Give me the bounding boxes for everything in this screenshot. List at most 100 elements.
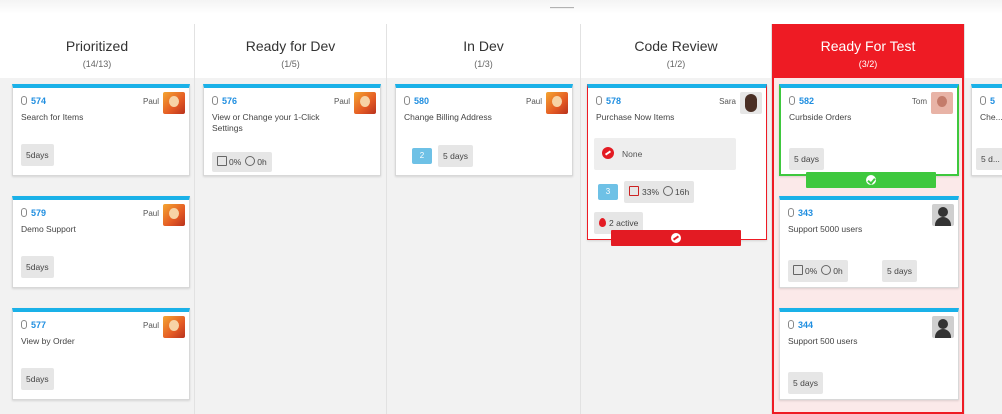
card-id[interactable]: 343 <box>788 208 813 218</box>
card-owner: Paul <box>142 97 159 106</box>
avatar <box>546 92 568 114</box>
column-count: (3/2) <box>858 59 878 69</box>
card-579[interactable]: 579 Paul Demo Support 5days <box>12 196 190 288</box>
card-owner: Tom <box>911 97 927 106</box>
duration-badge: 5 d... <box>976 148 1002 170</box>
card-description: View by Order <box>21 336 75 346</box>
card-576[interactable]: 576 Paul View or Change your 1-Click Set… <box>203 84 381 176</box>
card-id[interactable]: 579 <box>21 208 46 218</box>
card-description: Change Billing Address <box>404 112 492 122</box>
card-description: Che... PBV... <box>980 112 1002 122</box>
done-status-bar[interactable] <box>806 172 936 188</box>
chart-icon <box>629 186 639 196</box>
paperclip-icon <box>980 96 986 105</box>
duration-badge: 5days <box>21 256 54 278</box>
impediment-icon <box>599 218 606 227</box>
column-header: Code Review (1/2) <box>581 24 771 78</box>
card-id[interactable]: 574 <box>21 96 46 106</box>
progress-badge: 0% 0h <box>212 152 272 172</box>
card-description: Purchase Now Items <box>596 112 675 122</box>
card-description: Support 500 users <box>788 336 858 346</box>
avatar <box>740 92 762 114</box>
column-body: 576 Paul View or Change your 1-Click Set… <box>195 78 386 414</box>
card-description: Demo Support <box>21 224 76 234</box>
paperclip-icon <box>788 320 794 329</box>
column-body: 574 Paul Search for Items 5days 579 Paul… <box>0 78 194 414</box>
avatar <box>163 316 185 338</box>
card-description: Support 5000 users <box>788 224 863 234</box>
card-id[interactable]: 582 <box>789 96 814 106</box>
card-owner: Paul <box>142 209 159 218</box>
card-id[interactable]: 578 <box>596 96 621 106</box>
column-header: Prioritized (14/13) <box>0 24 194 78</box>
card-id[interactable]: 576 <box>212 96 237 106</box>
card-582[interactable]: 582 Tom Curbside Orders 5 days <box>779 84 959 176</box>
calendar-icon <box>793 265 803 275</box>
card-344[interactable]: 344 Support 500 users 5 days <box>779 308 959 400</box>
avatar <box>163 204 185 226</box>
blocked-icon <box>602 147 614 159</box>
clock-icon <box>821 265 832 275</box>
card-577[interactable]: 577 Paul View by Order 5days <box>12 308 190 400</box>
column-header: In Dev (1/3) <box>387 24 580 78</box>
card-owner: Sara <box>719 97 736 106</box>
blocked-icon <box>671 233 681 243</box>
column-ready-for-test: Ready For Test (3/2) 582 Tom Curbside Or… <box>772 24 965 414</box>
card-description: Curbside Orders <box>789 112 852 122</box>
duration-badge: 5 days <box>788 372 824 394</box>
column-title: Code Review <box>634 38 718 54</box>
card-partial[interactable]: 5 Che... PBV... 5 d... <box>971 84 1002 176</box>
progress-badge: 0% 0h <box>788 260 848 282</box>
blocked-reason[interactable]: None <box>594 138 736 170</box>
check-icon <box>866 175 876 185</box>
card-id[interactable]: 577 <box>21 320 46 330</box>
column-title: In Dev <box>463 38 504 54</box>
paperclip-icon <box>788 208 794 217</box>
blocked-status-bar[interactable] <box>611 230 741 246</box>
paperclip-icon <box>212 96 218 105</box>
column-count: (14/13) <box>82 59 112 69</box>
paperclip-icon <box>21 96 27 105</box>
clock-icon <box>663 186 674 196</box>
card-574[interactable]: 574 Paul Search for Items 5days <box>12 84 190 176</box>
paperclip-icon <box>21 208 27 217</box>
duration-badge: 5 days <box>882 260 918 282</box>
avatar <box>163 92 185 114</box>
card-580[interactable]: 580 Paul Change Billing Address 2 5 days <box>395 84 573 176</box>
header-mark: ——— <box>550 3 574 12</box>
card-id[interactable]: 344 <box>788 320 813 330</box>
column-title: Ready For Test <box>820 38 916 54</box>
duration-badge: 5days <box>21 144 54 166</box>
card-owner: Paul <box>333 97 350 106</box>
card-owner: Paul <box>142 321 159 330</box>
avatar <box>931 92 953 114</box>
column-in-dev: In Dev (1/3) 580 Paul Change Billing Add… <box>387 24 581 414</box>
column-title: Prioritized <box>65 38 129 54</box>
card-description: Search for Items <box>21 112 84 122</box>
column-prioritized: Prioritized (14/13) 574 Paul Search for … <box>0 24 195 414</box>
card-id[interactable]: 580 <box>404 96 429 106</box>
column-header: Ready for Dev (1/5) <box>195 24 386 78</box>
card-578[interactable]: 578 Sara Purchase Now Items None 3 33% 16… <box>587 84 767 240</box>
column-count: (1/3) <box>474 59 493 69</box>
task-count-badge[interactable]: 3 <box>598 184 618 200</box>
column-body: 580 Paul Change Billing Address 2 5 days <box>387 78 580 414</box>
duration-badge: 5 days <box>438 145 474 167</box>
kanban-board: Prioritized (14/13) 574 Paul Search for … <box>0 14 1002 414</box>
column-header: Ready For Test (3/2) <box>772 24 964 78</box>
card-343[interactable]: 343 Support 5000 users 0% 0h 5 days <box>779 196 959 288</box>
card-id[interactable]: 5 <box>980 96 995 106</box>
column-partial: 5 Che... PBV... 5 d... <box>965 24 1002 414</box>
task-count-badge[interactable]: 2 <box>412 148 432 164</box>
card-owner: Paul <box>525 97 542 106</box>
column-header <box>965 24 1002 78</box>
card-description: View or Change your 1-Click Settings <box>212 112 320 133</box>
paperclip-icon <box>21 320 27 329</box>
avatar-placeholder <box>932 204 954 226</box>
column-count: (1/5) <box>281 59 300 69</box>
calendar-icon <box>217 156 227 166</box>
clock-icon <box>245 156 256 166</box>
duration-badge: 5 days <box>789 148 825 170</box>
progress-badge: 33% 16h <box>624 181 695 203</box>
duration-badge: 5days <box>21 368 54 390</box>
